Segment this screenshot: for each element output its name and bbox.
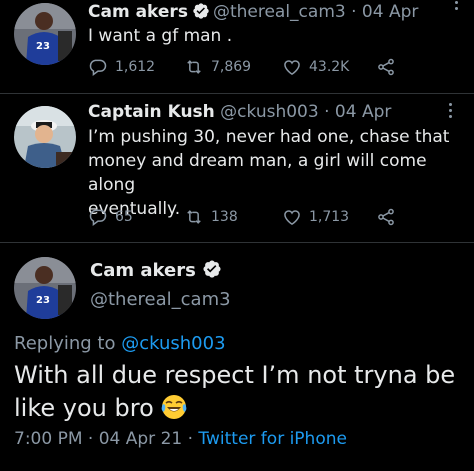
username[interactable]: @thereal_cam3: [213, 2, 346, 22]
share-icon: [378, 58, 394, 76]
like-icon: [284, 60, 300, 75]
retweet-icon: [187, 210, 201, 224]
tweet-text-line: I’m pushing 30, never had one, chase tha…: [88, 127, 450, 147]
verified-icon: [203, 260, 221, 278]
display-name[interactable]: Cam akers: [90, 260, 196, 281]
retweet-button[interactable]: 138: [184, 207, 238, 227]
username[interactable]: @ckush003: [220, 102, 319, 122]
tweet-source-link[interactable]: Twitter for iPhone: [198, 429, 347, 449]
tweet-time[interactable]: 7:00 PM: [14, 429, 83, 449]
share-icon: [378, 208, 394, 226]
retweet-count: 7,869: [211, 59, 252, 75]
reply-button[interactable]: 1,612: [88, 57, 155, 77]
tweet-text: I want a gf man .: [88, 24, 232, 48]
reply-icon: [89, 59, 107, 76]
replying-to: Replying to @ckush003: [14, 333, 226, 354]
avatar-cam-akers[interactable]: 23: [14, 257, 76, 319]
tweet-meta: 7:00 PM · 04 Apr 21 · Twitter for iPhone: [14, 429, 347, 449]
retweet-button[interactable]: 7,869: [184, 57, 251, 77]
reply-count: 1,612: [115, 59, 156, 75]
tweet-cam-akers[interactable]: 23 Cam akers @thereal_cam3 · 04 Apr I wan…: [0, 0, 474, 92]
tweet-header: Cam akers @thereal_cam3 · 04 Apr: [88, 1, 418, 23]
separator-dot: ·: [351, 2, 357, 22]
like-count: 1,713: [309, 209, 350, 225]
mention-link[interactable]: @ckush003: [121, 333, 225, 354]
like-button[interactable]: 43.2K: [282, 57, 349, 77]
tweet-date[interactable]: 04 Apr: [362, 2, 418, 22]
main-tweet-text: With all due respect I’m not tryna be li…: [14, 359, 474, 425]
tweet-text-line: I want a gf man .: [88, 26, 233, 46]
display-name[interactable]: Cam akers: [88, 2, 188, 22]
tweet-text-line: money and dream man, a girl will come al…: [88, 151, 427, 195]
display-name[interactable]: Captain Kush: [88, 102, 215, 122]
avatar-captain-kush[interactable]: [14, 106, 76, 168]
retweet-icon: [187, 60, 201, 74]
separator-dot: ·: [187, 429, 194, 449]
avatar-cam-akers[interactable]: 23: [14, 3, 76, 65]
like-count: 43.2K: [309, 59, 350, 75]
tweet-text-line: like you bro: [14, 392, 474, 425]
face-with-tears-of-joy-icon: [162, 395, 187, 419]
tweet-date[interactable]: 04 Apr: [335, 102, 391, 122]
tweet-actions: 65 138 1,713: [88, 207, 408, 231]
reply-count: 65: [115, 209, 133, 225]
svg-text:23: 23: [36, 295, 50, 306]
tweet-text-span: like you bro: [14, 394, 154, 422]
more-icon[interactable]: [440, 100, 460, 122]
svg-text:23: 23: [36, 41, 50, 52]
share-button[interactable]: [376, 207, 403, 227]
replying-prefix: Replying to: [14, 333, 122, 354]
separator-dot: ·: [87, 429, 94, 449]
like-button[interactable]: 1,713: [282, 207, 349, 227]
tweet-header: Captain Kush @ckush003 · 04 Apr: [88, 101, 391, 123]
main-tweet: 23 Cam akers @thereal_cam3 Replying to @…: [0, 243, 474, 471]
main-display-name[interactable]: Cam akers: [90, 259, 225, 281]
tweet-actions: 1,612 7,869 43.2K: [88, 57, 408, 81]
verified-icon: [193, 3, 209, 19]
main-username[interactable]: @thereal_cam3: [90, 289, 231, 310]
separator-dot: ·: [324, 102, 330, 122]
tweet-text-line: With all due respect I’m not tryna be: [14, 361, 456, 389]
tweet-captain-kush[interactable]: Captain Kush @ckush003 · 04 Apr I’m push…: [0, 94, 474, 240]
like-icon: [284, 210, 300, 225]
tweet-full-date[interactable]: 04 Apr 21: [99, 429, 182, 449]
reply-button[interactable]: 65: [88, 207, 133, 227]
reply-icon: [89, 209, 107, 226]
more-icon[interactable]: [446, 0, 466, 14]
share-button[interactable]: [376, 57, 403, 77]
retweet-count: 138: [211, 209, 238, 225]
